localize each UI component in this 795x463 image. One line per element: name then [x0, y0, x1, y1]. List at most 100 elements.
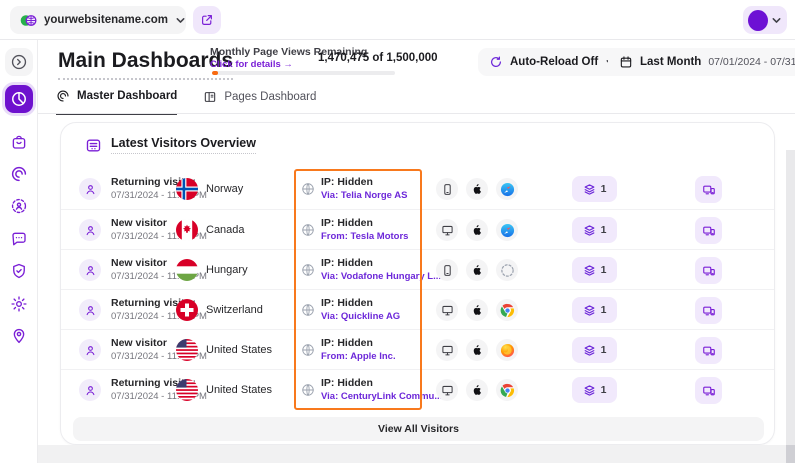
compare-button[interactable]	[695, 297, 722, 324]
external-link-icon	[200, 13, 214, 27]
visits-badge[interactable]: 1	[572, 337, 617, 363]
compare-button[interactable]	[695, 257, 722, 284]
auto-reload-dropdown[interactable]: Auto-Reload Off	[478, 48, 627, 76]
visitor-icon	[79, 339, 101, 361]
flag-hu-icon	[176, 259, 198, 281]
flag-no-icon	[176, 178, 198, 200]
compare-button[interactable]	[695, 377, 722, 404]
quota-progress-fill	[212, 71, 218, 75]
compare-button[interactable]	[695, 176, 722, 203]
device-mobile-icon	[436, 178, 458, 200]
flag-ch-icon	[176, 299, 198, 321]
chevron-circle-icon	[10, 53, 28, 71]
card-header: Latest Visitors Overview	[85, 136, 256, 154]
ip-label: IP: Hidden	[321, 217, 408, 229]
flag-us-icon	[176, 379, 198, 401]
visitor-row[interactable]: Returning visitor 07/31/2024 - 11:58 PM …	[61, 169, 774, 209]
device-desktop-icon	[436, 339, 458, 361]
user-pin-icon	[10, 327, 28, 345]
quota-usage: 1,470,475 of 1,500,000	[318, 52, 468, 64]
visitor-row[interactable]: Returning visitor 07/31/2024 - 11:33 PM …	[61, 289, 774, 329]
app-window: yourwebsitename.com Main Dashboards Mont…	[0, 0, 795, 463]
visits-count: 1	[601, 344, 607, 356]
view-all-visitors-button[interactable]: View All Visitors	[73, 417, 764, 441]
visitor-icon	[79, 299, 101, 321]
sidebar-item-privacy[interactable]	[5, 257, 33, 285]
dashboard-pie-icon	[10, 90, 28, 108]
bag-icon	[10, 133, 28, 151]
visitor-row[interactable]: New visitor 07/31/2024 - 11:57 PM Canada…	[61, 209, 774, 249]
country-name: Switzerland	[206, 304, 263, 316]
website-favicon	[20, 12, 37, 29]
stack-icon	[583, 344, 596, 357]
stack-icon	[583, 264, 596, 277]
visits-badge[interactable]: 1	[572, 257, 617, 283]
globe-icon	[301, 223, 315, 237]
browser-safari-icon	[496, 178, 518, 200]
quota-progress	[212, 71, 395, 75]
ip-source-link[interactable]: Via: Telia Norge AS	[321, 190, 407, 201]
compare-button[interactable]	[695, 217, 722, 244]
stack-icon	[583, 224, 596, 237]
main-content: Main Dashboards Monthly Page Views Remai…	[38, 40, 795, 463]
visits-badge[interactable]: 1	[572, 217, 617, 243]
browser-firefox-icon	[496, 339, 518, 361]
ip-label: IP: Hidden	[321, 176, 407, 188]
account-menu[interactable]	[743, 6, 787, 34]
ip-label: IP: Hidden	[321, 297, 400, 309]
scrollbar-thumb[interactable]	[786, 445, 795, 463]
chat-icon	[10, 230, 28, 248]
visitor-row[interactable]: New visitor 07/31/2024 - 11:48 PM Hungar…	[61, 249, 774, 289]
globe-icon	[301, 303, 315, 317]
device-mobile-icon	[436, 259, 458, 281]
scrollbar-track[interactable]	[786, 150, 795, 445]
sidebar-item-support[interactable]	[5, 322, 33, 350]
country-name: Norway	[206, 183, 243, 195]
ip-source-link[interactable]: From: Apple Inc.	[321, 351, 396, 362]
sidebar-item-settings[interactable]	[5, 290, 33, 318]
os-apple-icon	[466, 219, 488, 241]
visitor-row[interactable]: Returning visitor 07/31/2024 - 11:27 PM …	[61, 369, 774, 409]
os-apple-icon	[466, 259, 488, 281]
compare-icon	[702, 304, 716, 318]
avatar	[748, 10, 768, 31]
ip-source-link[interactable]: From: Tesla Motors	[321, 231, 408, 242]
os-apple-icon	[466, 339, 488, 361]
sidebar-expand-button[interactable]	[5, 48, 33, 76]
stack-icon	[583, 183, 596, 196]
swirl-icon	[10, 165, 28, 183]
visits-badge[interactable]: 1	[572, 377, 617, 403]
sidebar-item-dashboards[interactable]	[5, 85, 33, 113]
shield-check-icon	[10, 262, 28, 280]
visitor-icon	[79, 379, 101, 401]
stack-icon	[583, 384, 596, 397]
visits-badge[interactable]: 1	[572, 176, 617, 202]
sidebar-item-visitors[interactable]	[5, 192, 33, 220]
tab-master-dashboard[interactable]: Master Dashboard	[56, 89, 177, 115]
os-apple-icon	[466, 379, 488, 401]
compare-button[interactable]	[695, 337, 722, 364]
browser-safari-icon	[496, 219, 518, 241]
date-range-dropdown[interactable]: Last Month 07/01/2024 - 07/31/2024	[608, 48, 795, 76]
os-apple-icon	[466, 299, 488, 321]
top-bar: yourwebsitename.com	[0, 0, 795, 40]
period-label: Last Month	[640, 56, 701, 68]
swirl-icon	[56, 89, 70, 103]
device-desktop-icon	[436, 219, 458, 241]
browser-chrome-icon	[496, 299, 518, 321]
ip-source-link[interactable]: Via: Vodafone Hungary L...	[321, 271, 441, 282]
sidebar-item-behaviour[interactable]	[5, 160, 33, 188]
website-selector[interactable]: yourwebsitename.com	[10, 6, 186, 34]
ip-label: IP: Hidden	[321, 337, 396, 349]
sidebar-item-modules[interactable]	[5, 128, 33, 156]
tab-pages-dashboard[interactable]: Pages Dashboard	[203, 89, 316, 115]
visitor-row[interactable]: New visitor 07/31/2024 - 11:29 PM United…	[61, 329, 774, 369]
ip-source-link[interactable]: Via: CenturyLink Commu...	[321, 391, 442, 402]
sidebar-item-communication[interactable]	[5, 225, 33, 253]
visitor-icon	[79, 178, 101, 200]
ip-source-link[interactable]: Via: Quickline AG	[321, 311, 400, 322]
visits-count: 1	[601, 304, 607, 316]
open-website-button[interactable]	[193, 6, 221, 34]
visits-badge[interactable]: 1	[572, 297, 617, 323]
pages-icon	[203, 90, 217, 104]
